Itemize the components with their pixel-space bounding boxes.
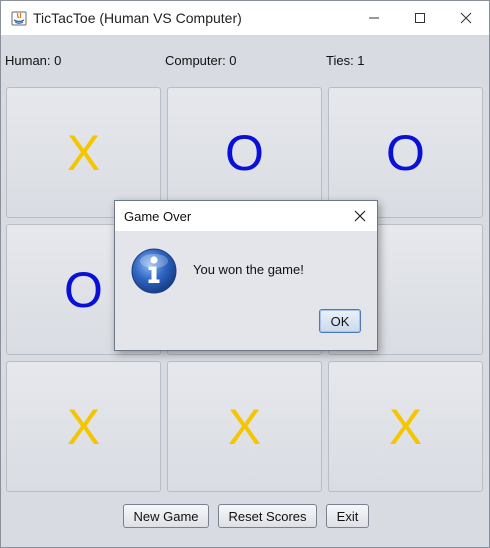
- dialog-close-button[interactable]: [343, 201, 377, 231]
- dialog-title-bar[interactable]: Game Over: [115, 201, 377, 231]
- score-bar: Human: 0 Computer: 0 Ties: 1: [1, 53, 489, 69]
- board-cell-3[interactable]: O: [328, 87, 483, 218]
- maximize-button[interactable]: [397, 1, 443, 35]
- computer-score: Computer: 0: [165, 53, 237, 68]
- close-icon: [460, 12, 472, 24]
- game-over-dialog: Game Over You won the game! OK: [114, 200, 378, 351]
- minimize-button[interactable]: [351, 1, 397, 35]
- minimize-icon: [369, 17, 379, 19]
- human-score: Human: 0: [5, 53, 62, 68]
- ties-score: Ties: 1: [326, 53, 365, 68]
- board-cell-7[interactable]: X: [6, 361, 161, 492]
- window-title: TicTacToe (Human VS Computer): [33, 10, 242, 26]
- button-bar: New Game Reset Scores Exit: [1, 504, 489, 528]
- java-app-icon: [11, 11, 27, 26]
- close-icon: [354, 210, 366, 222]
- board-cell-9[interactable]: X: [328, 361, 483, 492]
- ok-button[interactable]: OK: [319, 309, 361, 333]
- title-bar[interactable]: TicTacToe (Human VS Computer): [1, 1, 489, 35]
- board-cell-1[interactable]: X: [6, 87, 161, 218]
- close-window-button[interactable]: [443, 1, 489, 35]
- reset-scores-button[interactable]: Reset Scores: [218, 504, 317, 528]
- board-cell-8[interactable]: X: [167, 361, 322, 492]
- info-icon: [131, 248, 177, 294]
- maximize-icon: [415, 13, 425, 23]
- app-window: TicTacToe (Human VS Computer) Human: 0 C…: [0, 0, 490, 548]
- board-cell-2[interactable]: O: [167, 87, 322, 218]
- exit-button[interactable]: Exit: [326, 504, 369, 528]
- dialog-title: Game Over: [124, 209, 192, 224]
- new-game-button[interactable]: New Game: [123, 504, 209, 528]
- dialog-message: You won the game!: [193, 262, 304, 277]
